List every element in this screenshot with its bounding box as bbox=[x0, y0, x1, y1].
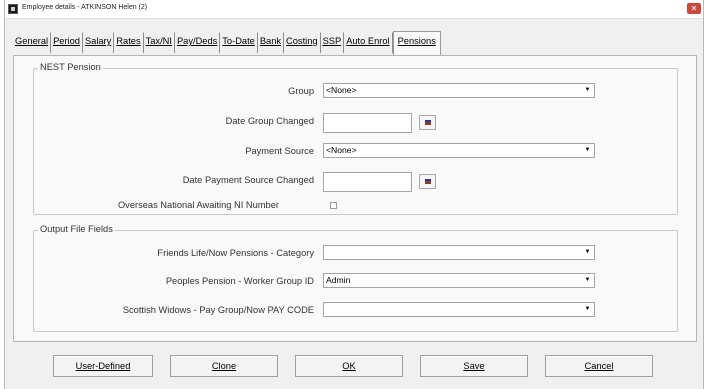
overseas-national-checkbox[interactable] bbox=[330, 202, 337, 209]
tab-label: Period bbox=[53, 36, 80, 46]
tab-label: Bank bbox=[259, 36, 282, 46]
clone-button[interactable]: Clone bbox=[170, 355, 278, 377]
peoples-pension-value: Admin bbox=[326, 275, 351, 285]
date-payment-source-changed-calendar-button[interactable] bbox=[419, 174, 436, 189]
tab-label: Rates bbox=[116, 36, 141, 46]
app-icon bbox=[8, 4, 18, 14]
calendar-icon bbox=[425, 179, 431, 184]
friends-life-dropdown[interactable]: ▼ bbox=[323, 245, 595, 260]
group-dropdown[interactable]: <None> ▼ bbox=[323, 83, 595, 98]
tab-salary[interactable]: Salary bbox=[83, 32, 115, 53]
output-file-fields-group: Output File Fields Friends Life/Now Pens… bbox=[33, 224, 678, 332]
tab-label: Auto Enrol bbox=[346, 36, 390, 46]
calendar-icon bbox=[425, 120, 431, 125]
output-file-fields-legend: Output File Fields bbox=[38, 224, 115, 234]
date-group-changed-field[interactable] bbox=[323, 113, 412, 133]
pensions-panel: NEST Pension Group <None> ▼ Date Group C… bbox=[13, 55, 697, 342]
chevron-down-icon: ▼ bbox=[584, 249, 591, 255]
ok-button[interactable]: OK bbox=[295, 355, 403, 377]
tab-pay-deds[interactable]: Pay/Deds bbox=[175, 32, 221, 53]
overseas-national-label: Overseas National Awaiting NI Number bbox=[117, 200, 279, 210]
group-value: <None> bbox=[326, 85, 357, 95]
payment-source-value: <None> bbox=[326, 145, 357, 155]
date-group-changed-label: Date Group Changed bbox=[225, 116, 314, 126]
friends-life-label: Friends Life/Now Pensions - Category bbox=[157, 248, 314, 258]
ok-label: OK bbox=[342, 361, 356, 371]
nest-pension-group: NEST Pension Group <None> ▼ Date Group C… bbox=[33, 62, 678, 215]
peoples-pension-dropdown[interactable]: Admin ▼ bbox=[323, 273, 595, 288]
tab-ssp[interactable]: SSP bbox=[321, 32, 345, 53]
date-payment-source-changed-field[interactable] bbox=[323, 172, 412, 192]
user-defined-label: User-Defined bbox=[75, 361, 131, 371]
payment-source-label: Payment Source bbox=[245, 146, 314, 156]
tab-period[interactable]: Period bbox=[51, 32, 83, 53]
tab-label: Costing bbox=[286, 36, 318, 46]
scottish-widows-dropdown[interactable]: ▼ bbox=[323, 302, 595, 317]
close-button[interactable]: ✕ bbox=[687, 3, 701, 14]
save-button[interactable]: Save bbox=[420, 355, 528, 377]
tab-label: SSP bbox=[322, 36, 342, 46]
chevron-down-icon: ▼ bbox=[584, 306, 591, 312]
peoples-pension-label: Peoples Pension - Worker Group ID bbox=[165, 276, 314, 286]
scottish-widows-label: Scottish Widows - Pay Group/Now PAY CODE bbox=[122, 305, 314, 315]
tab-strip: General Period Salary Rates Tax/NI Pay/D… bbox=[13, 31, 441, 56]
tab-label: Salary bbox=[84, 36, 112, 46]
cancel-label: Cancel bbox=[584, 361, 614, 371]
date-payment-source-changed-label: Date Payment Source Changed bbox=[182, 175, 314, 185]
tab-to-date[interactable]: To-Date bbox=[220, 32, 258, 53]
date-group-changed-calendar-button[interactable] bbox=[419, 115, 436, 130]
tab-costing[interactable]: Costing bbox=[284, 32, 321, 53]
cancel-button[interactable]: Cancel bbox=[545, 355, 653, 377]
tab-general[interactable]: General bbox=[13, 32, 52, 53]
tab-rates[interactable]: Rates bbox=[114, 32, 144, 53]
tab-pensions[interactable]: Pensions bbox=[392, 31, 441, 55]
employee-details-window: Employee details - ATKINSON Helen (2) ✕ … bbox=[4, 0, 704, 389]
tab-label: Tax/NI bbox=[145, 36, 172, 46]
payment-source-dropdown[interactable]: <None> ▼ bbox=[323, 143, 595, 158]
nest-pension-legend: NEST Pension bbox=[38, 62, 103, 72]
user-defined-button[interactable]: User-Defined bbox=[53, 355, 153, 377]
group-label: Group bbox=[288, 86, 314, 96]
save-label: Save bbox=[463, 361, 485, 371]
chevron-down-icon: ▼ bbox=[584, 147, 591, 153]
window-title: Employee details - ATKINSON Helen (2) bbox=[22, 4, 148, 11]
tab-bank[interactable]: Bank bbox=[258, 32, 285, 53]
clone-label: Clone bbox=[211, 361, 237, 371]
tab-label: To-Date bbox=[222, 36, 255, 46]
tab-label: General bbox=[15, 36, 49, 46]
tab-auto-enrol[interactable]: Auto Enrol bbox=[344, 32, 393, 53]
chevron-down-icon: ▼ bbox=[584, 277, 591, 283]
dialog-button-bar: User-Defined Clone OK Save Cancel bbox=[13, 342, 697, 389]
tab-label: Pensions bbox=[397, 36, 436, 46]
title-bar: Employee details - ATKINSON Helen (2) ✕ bbox=[5, 0, 703, 19]
tab-tax-ni[interactable]: Tax/NI bbox=[144, 32, 175, 53]
tab-label: Pay/Deds bbox=[176, 36, 218, 46]
chevron-down-icon: ▼ bbox=[584, 87, 591, 93]
